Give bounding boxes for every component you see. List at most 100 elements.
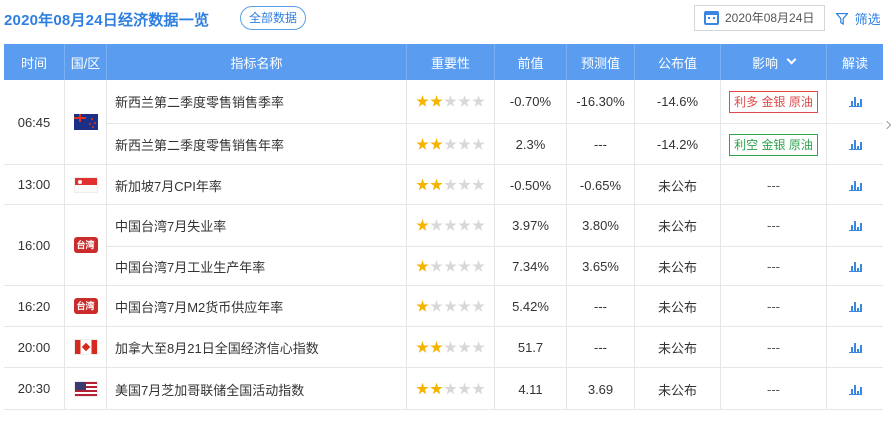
chart-button-cell[interactable] bbox=[826, 205, 883, 246]
actual-value-cell: 未公布 bbox=[634, 205, 720, 246]
importance-stars-cell bbox=[406, 205, 494, 246]
importance-stars-cell bbox=[406, 368, 494, 410]
forecast-value-cell: 3.69 bbox=[566, 368, 634, 410]
tw-badge-icon: 台湾 bbox=[73, 298, 98, 314]
forecast-value-cell: --- bbox=[566, 124, 634, 165]
country-flag-cell bbox=[64, 80, 106, 164]
scroll-right-chevron-icon[interactable] bbox=[882, 120, 891, 130]
date-value: 2020年08月24日 bbox=[725, 11, 815, 25]
star-icon bbox=[472, 260, 485, 272]
star-icon bbox=[416, 382, 429, 395]
star-icon bbox=[472, 382, 485, 395]
col-impact-dropdown[interactable]: 影响 bbox=[720, 44, 826, 80]
chart-button-cell[interactable] bbox=[826, 327, 883, 368]
table-header: 时间 国/区 指标名称 重要性 前值 预测值 公布值 影响 解读 bbox=[4, 44, 883, 80]
chart-button-cell[interactable] bbox=[826, 80, 883, 123]
table-row[interactable]: 新西兰第二季度零售销售年率 2.3% --- -14.2% 利空 金银 原油 bbox=[106, 123, 883, 165]
star-icon bbox=[458, 260, 471, 272]
indicator-name: 新加坡7月CPI年率 bbox=[115, 178, 222, 194]
col-forecast: 预测值 bbox=[566, 44, 634, 80]
importance-stars bbox=[416, 95, 485, 108]
chart-button-cell[interactable] bbox=[826, 165, 883, 205]
us-flag-icon bbox=[73, 380, 98, 397]
previous-value: -0.50% bbox=[509, 177, 552, 193]
importance-stars bbox=[416, 260, 485, 273]
actual-value-cell: -14.6% bbox=[634, 80, 720, 123]
previous-value-cell: 3.97% bbox=[494, 205, 566, 246]
previous-value-cell: -0.70% bbox=[494, 80, 566, 123]
table-row[interactable]: 中国台湾7月M2货币供应年率 5.42% --- 未公布 --- bbox=[106, 286, 883, 327]
impact-cell: 利多 金银 原油 bbox=[720, 80, 826, 123]
importance-stars bbox=[416, 341, 485, 354]
table-row[interactable]: 新西兰第二季度零售销售季率 -0.70% -16.30% -14.6% 利多 金银 原油 bbox=[106, 80, 883, 123]
actual-value-cell: 未公布 bbox=[634, 247, 720, 286]
indicator-name: 中国台湾7月失业率 bbox=[115, 219, 227, 234]
bar-chart-icon bbox=[848, 301, 862, 312]
table-row[interactable]: 中国台湾7月失业率 3.97% 3.80% 未公布 --- bbox=[106, 205, 883, 246]
col-importance: 重要性 bbox=[406, 44, 494, 80]
impact-tag: 利多 金银 原油 bbox=[729, 90, 818, 113]
forecast-value-cell: 3.80% bbox=[566, 205, 634, 246]
actual-value-cell: 未公布 bbox=[634, 165, 720, 205]
star-icon bbox=[444, 138, 457, 150]
table-row[interactable]: 中国台湾7月工业生产年率 7.34% 3.65% 未公布 --- bbox=[106, 246, 883, 286]
forecast-value-cell: 3.65% bbox=[566, 247, 634, 286]
chart-button-cell[interactable] bbox=[826, 247, 883, 286]
star-icon bbox=[472, 219, 485, 231]
star-icon bbox=[416, 300, 429, 312]
previous-value-cell: 7.34% bbox=[494, 247, 566, 286]
star-icon bbox=[444, 300, 457, 312]
table-row[interactable]: 加拿大至8月21日全国经济信心指数 51.7 --- 未公布 --- bbox=[106, 327, 883, 368]
star-icon bbox=[430, 219, 443, 231]
previous-value: 4.11 bbox=[518, 381, 543, 397]
indicator-name-cell: 中国台湾7月M2货币供应年率 bbox=[106, 286, 406, 327]
actual-value: 未公布 bbox=[657, 178, 697, 194]
star-icon bbox=[444, 219, 457, 231]
forecast-value: -0.65% bbox=[579, 177, 622, 193]
importance-stars bbox=[416, 382, 485, 396]
table-row[interactable]: 美国7月芝加哥联储全国活动指数 4.11 3.69 未公布 --- bbox=[106, 368, 883, 410]
table-row[interactable]: 新加坡7月CPI年率 -0.50% -0.65% 未公布 --- bbox=[106, 165, 883, 205]
star-icon bbox=[444, 260, 457, 272]
previous-value-cell: 4.11 bbox=[494, 368, 566, 410]
bar-chart-icon bbox=[848, 139, 862, 150]
previous-value: 3.97% bbox=[512, 218, 549, 233]
time-value: 20:00 bbox=[17, 339, 51, 355]
time-group: 20:30 美国7月芝加哥联储全国活动指数 4.11 3.69 未公布 --- bbox=[4, 368, 883, 410]
filter-button[interactable]: 筛选 bbox=[836, 9, 881, 28]
impact-cell: --- bbox=[720, 286, 826, 327]
actual-value-cell: 未公布 bbox=[634, 368, 720, 410]
star-icon bbox=[416, 178, 429, 191]
impact-cell: --- bbox=[720, 368, 826, 410]
bar-chart-icon bbox=[848, 261, 862, 272]
indicator-name-cell: 加拿大至8月21日全国经济信心指数 bbox=[106, 327, 406, 368]
forecast-value: --- bbox=[594, 299, 607, 314]
date-picker[interactable]: 2020年08月24日 bbox=[694, 5, 825, 31]
all-data-button[interactable]: 全部数据 bbox=[240, 6, 307, 30]
star-icon bbox=[444, 341, 457, 353]
star-icon bbox=[458, 178, 471, 191]
impact-cell: --- bbox=[720, 247, 826, 286]
importance-stars bbox=[416, 178, 485, 192]
col-interpretation: 解读 bbox=[826, 44, 883, 80]
forecast-value: --- bbox=[594, 340, 607, 355]
chart-button-cell[interactable] bbox=[826, 286, 883, 327]
previous-value: 2.3% bbox=[515, 137, 546, 152]
star-icon bbox=[416, 260, 429, 272]
impact-cell: --- bbox=[720, 327, 826, 368]
star-icon bbox=[430, 341, 443, 353]
actual-value-cell: 未公布 bbox=[634, 327, 720, 368]
star-icon bbox=[472, 300, 485, 312]
star-icon bbox=[444, 178, 457, 191]
country-flag-cell bbox=[64, 368, 106, 409]
indicator-name-cell: 中国台湾7月失业率 bbox=[106, 205, 406, 246]
actual-value: 未公布 bbox=[657, 260, 697, 275]
chart-button-cell[interactable] bbox=[826, 124, 883, 165]
chart-button-cell[interactable] bbox=[826, 368, 883, 410]
indicator-name: 中国台湾7月工业生产年率 bbox=[115, 260, 266, 275]
star-icon bbox=[458, 95, 471, 107]
previous-value-cell: -0.50% bbox=[494, 165, 566, 205]
impact-empty: --- bbox=[767, 177, 780, 193]
star-icon bbox=[472, 95, 485, 107]
importance-stars bbox=[416, 138, 485, 151]
